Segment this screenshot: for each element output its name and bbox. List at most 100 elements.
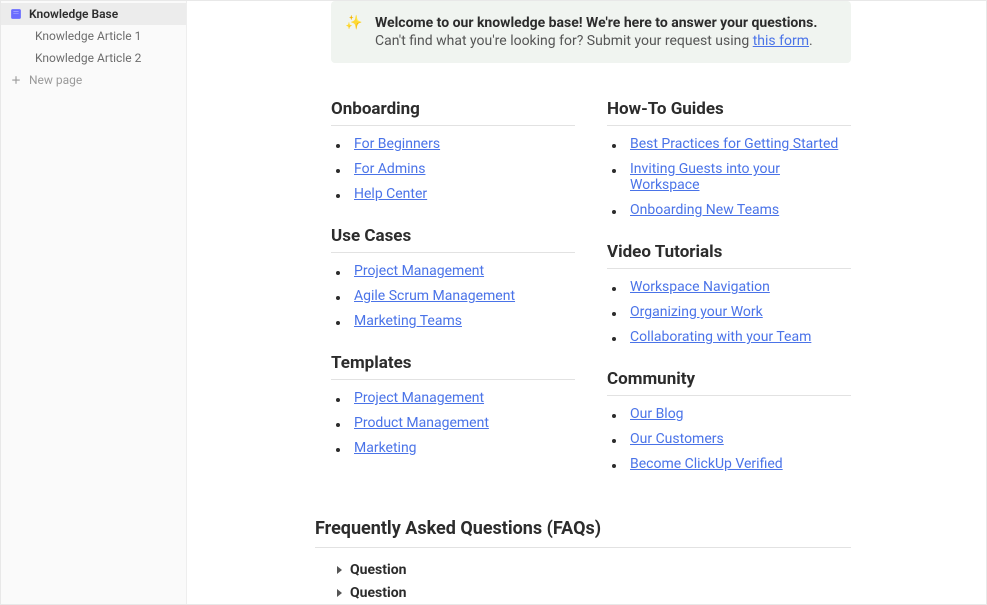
main-content: ✨ Welcome to our knowledge base! We're h… (187, 1, 986, 604)
bullet-icon (336, 296, 340, 300)
link-list: Best Practices for Getting Started Inviti… (607, 136, 851, 218)
list-item: Project Management (331, 263, 575, 279)
list-item: For Admins (331, 161, 575, 177)
plus-icon (9, 73, 23, 87)
sidebar: Knowledge Base Knowledge Article 1 Knowl… (1, 1, 187, 604)
triangle-right-icon (337, 566, 342, 574)
faq-question-label: Question (350, 562, 406, 578)
link[interactable]: Marketing Teams (354, 313, 462, 329)
section-heading: Video Tutorials (607, 242, 851, 269)
list-item: Project Management (331, 390, 575, 406)
list-item: Marketing (331, 440, 575, 456)
list-item: Onboarding New Teams (607, 202, 851, 218)
bullet-icon (336, 169, 340, 173)
section-heading: How-To Guides (607, 99, 851, 126)
bullet-icon (612, 144, 616, 148)
section-heading: Community (607, 369, 851, 396)
link[interactable]: Onboarding New Teams (630, 202, 779, 218)
book-icon (9, 7, 23, 21)
sidebar-new-page-label: New page (29, 73, 82, 87)
link[interactable]: Our Blog (630, 406, 684, 422)
section-templates: Templates Project Management Product Manag… (331, 353, 575, 456)
bullet-icon (612, 439, 616, 443)
banner-subtitle: Can't find what you're looking for? Subm… (375, 33, 835, 49)
link[interactable]: Product Management (354, 415, 489, 431)
welcome-banner: ✨ Welcome to our knowledge base! We're h… (331, 1, 851, 63)
bullet-icon (336, 321, 340, 325)
section-heading: Templates (331, 353, 575, 380)
sidebar-root-label: Knowledge Base (29, 7, 118, 21)
list-item: Agile Scrum Management (331, 288, 575, 304)
banner-title: Welcome to our knowledge base! We're her… (375, 15, 835, 31)
faq-list: QuestionQuestionQuestion (331, 558, 851, 604)
list-item: Best Practices for Getting Started (607, 136, 851, 152)
section-community: Community Our Blog Our Customers Become Cli… (607, 369, 851, 472)
bullet-icon (612, 464, 616, 468)
bullet-icon (336, 398, 340, 402)
link[interactable]: Best Practices for Getting Started (630, 136, 838, 152)
bullet-icon (612, 312, 616, 316)
link[interactable]: Inviting Guests into your Workspace (630, 161, 851, 193)
link-list: Project Management Product Management Mark… (331, 390, 575, 456)
sidebar-new-page[interactable]: New page (1, 69, 186, 91)
faq-item[interactable]: Question (331, 558, 851, 581)
list-item: Marketing Teams (331, 313, 575, 329)
sidebar-item-label: Knowledge Article 2 (35, 51, 141, 65)
list-item: Organizing your Work (607, 304, 851, 320)
sidebar-item-article-2[interactable]: Knowledge Article 2 (1, 47, 186, 69)
bullet-icon (612, 337, 616, 341)
right-column: How-To Guides Best Practices for Getting … (607, 73, 851, 472)
link[interactable]: Help Center (354, 186, 427, 202)
left-column: Onboarding For Beginners For Admins Help Ce… (331, 73, 575, 472)
faq-question-label: Question (350, 585, 406, 601)
section-onboarding: Onboarding For Beginners For Admins Help Ce… (331, 99, 575, 202)
link[interactable]: Become ClickUp Verified (630, 456, 783, 472)
faq-heading: Frequently Asked Questions (FAQs) (315, 518, 851, 548)
banner-subtitle-prefix: Can't find what you're looking for? Subm… (375, 33, 753, 49)
bullet-icon (336, 194, 340, 198)
document-icon (9, 29, 29, 43)
list-item: Our Customers (607, 431, 851, 447)
sidebar-root-knowledge-base[interactable]: Knowledge Base (1, 3, 186, 25)
link[interactable]: Project Management (354, 390, 484, 406)
link-list: Project Management Agile Scrum Management… (331, 263, 575, 329)
faq-section: Frequently Asked Questions (FAQs) Questi… (331, 518, 851, 604)
bullet-icon (612, 287, 616, 291)
link-list: Workspace Navigation Organizing your Work… (607, 279, 851, 345)
sidebar-item-label: Knowledge Article 1 (35, 29, 141, 43)
bullet-icon (336, 271, 340, 275)
section-video-tutorials: Video Tutorials Workspace Navigation Organ… (607, 242, 851, 345)
bullet-icon (612, 210, 616, 214)
link[interactable]: Agile Scrum Management (354, 288, 515, 304)
link[interactable]: Marketing (354, 440, 417, 456)
bullet-icon (336, 448, 340, 452)
list-item: For Beginners (331, 136, 575, 152)
banner-subtitle-suffix: . (809, 33, 813, 49)
link-list: Our Blog Our Customers Become ClickUp Veri… (607, 406, 851, 472)
link[interactable]: Collaborating with your Team (630, 329, 811, 345)
bullet-icon (612, 169, 616, 173)
faq-item[interactable]: Question (331, 581, 851, 604)
list-item: Become ClickUp Verified (607, 456, 851, 472)
link[interactable]: Workspace Navigation (630, 279, 770, 295)
link[interactable]: For Beginners (354, 136, 440, 152)
section-how-to-guides: How-To Guides Best Practices for Getting … (607, 99, 851, 218)
section-heading: Onboarding (331, 99, 575, 126)
sidebar-item-article-1[interactable]: Knowledge Article 1 (1, 25, 186, 47)
bullet-icon (612, 414, 616, 418)
sparkle-icon: ✨ (345, 15, 362, 31)
app-root: Knowledge Base Knowledge Article 1 Knowl… (0, 0, 987, 605)
document-icon (9, 51, 29, 65)
link[interactable]: For Admins (354, 161, 425, 177)
bullet-icon (336, 423, 340, 427)
link[interactable]: Our Customers (630, 431, 724, 447)
link[interactable]: Organizing your Work (630, 304, 763, 320)
triangle-right-icon (337, 589, 342, 597)
list-item: Inviting Guests into your Workspace (607, 161, 851, 193)
link[interactable]: Project Management (354, 263, 484, 279)
section-heading: Use Cases (331, 226, 575, 253)
section-use-cases: Use Cases Project Management Agile Scrum M… (331, 226, 575, 329)
banner-form-link[interactable]: this form (753, 33, 809, 49)
link-list: For Beginners For Admins Help Center (331, 136, 575, 202)
list-item: Product Management (331, 415, 575, 431)
